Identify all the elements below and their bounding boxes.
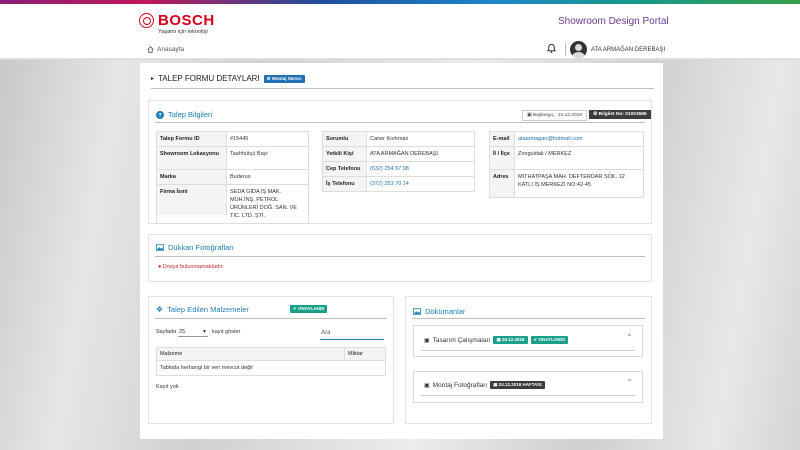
document-title[interactable]: ▣ Tasarım Çalışmaları ▣ 26.12.2018 ✔ ONA…: [424, 336, 568, 344]
notification-bell-icon[interactable]: [546, 42, 557, 54]
field-label: İş Telefonu: [323, 177, 367, 191]
table-row: Sorumlu Caner Korkmaz: [323, 132, 475, 147]
status-badge: ⚙ Montaj Süreci: [263, 74, 305, 83]
field-label: Adres: [490, 170, 515, 197]
field-value: Buderus: [227, 170, 309, 184]
image-icon: ▣: [424, 382, 430, 389]
calendar-icon: ▣: [527, 113, 532, 118]
alert-icon: ●: [158, 264, 162, 270]
field-label: İl / İlçe: [490, 147, 515, 169]
table-row: İş Telefonu (372) 253 70 14: [323, 177, 475, 192]
portal-title: Showroom Design Portal: [558, 16, 669, 27]
start-date-chip: ▣ Başlangıç : 24.12.2018: [522, 110, 587, 121]
table-row: Cep Telefonu (532) 254 97 08: [323, 162, 475, 177]
email-link[interactable]: ataarmagan@hotmail.com: [515, 132, 644, 146]
bosch-logo-icon[interactable]: [139, 13, 154, 28]
table-row: İl / İlçe Zonguldak / MERKEZ: [490, 147, 644, 170]
talep-grid-1: Talep Formu ID #15445 Showroom Lokasyonu T…: [156, 131, 309, 224]
talep-divider: [155, 122, 645, 123]
approved-badge: ✔ ONAYLANDI: [530, 336, 568, 344]
image-icon: ▣: [424, 337, 430, 344]
chevron-up-icon[interactable]: ⌃: [626, 333, 633, 342]
photos-divider: [155, 256, 645, 257]
table-row: E-mail ataarmagan@hotmail.com: [490, 132, 644, 147]
photos-panel: [148, 234, 652, 282]
top-header: BOSCH Yaşamı için teknoloji Showroom Des…: [0, 4, 800, 59]
gear-icon: ⚙: [266, 75, 271, 81]
image-icon: [413, 308, 421, 315]
empty-message: ● Dosya bulunmamaktadır.: [158, 264, 224, 270]
page-divider: [151, 88, 654, 89]
field-label: Cep Telefonu: [323, 162, 367, 176]
talep-panel-title: ? Talep Bilgileri: [156, 110, 212, 119]
approved-badge: ✔ ONAYLANDI: [290, 305, 328, 313]
chevron-up-icon[interactable]: ⌃: [626, 378, 633, 387]
document-divider: [421, 350, 635, 351]
user-avatar[interactable]: [570, 41, 587, 58]
field-label: Talep Formu ID: [157, 132, 227, 146]
field-value: Zonguldak / MERKEZ: [515, 147, 644, 169]
cubes-icon: ❖: [156, 305, 164, 314]
page-header: ▸ TALEP FORMU DETAYLARI ⚙ Montaj Süreci: [151, 74, 305, 83]
header-divider: [565, 43, 566, 56]
table-header: Malzeme Miktar: [157, 348, 385, 361]
field-label: Marka: [157, 170, 227, 184]
question-circle-icon: ?: [156, 110, 164, 119]
column-header-material[interactable]: Malzeme: [157, 348, 345, 360]
brand-tagline: Yaşamı için teknoloji: [158, 29, 208, 35]
photos-panel-title: Dükkan Fotoğrafları: [156, 243, 234, 252]
date-badge: ▣ 26.12.2018: [493, 336, 528, 344]
table-row: Yetkili Kişi ATA ARMAĞAN DEREBAŞI: [323, 147, 475, 162]
caret-down-icon: ▼: [202, 329, 207, 335]
field-value: MITHATPAŞA MAH. DEFTERDAR SOK. 12 KATLI …: [515, 170, 644, 197]
breadcrumb[interactable]: Anasayfa: [147, 46, 184, 53]
field-value: ATA ARMAĞAN DEREBAŞI: [367, 147, 475, 161]
talep-grid-3: E-mail ataarmagan@hotmail.com İl / İlçe Zo…: [489, 131, 644, 198]
field-label: Showroom Lokasyonu: [157, 147, 227, 169]
materials-table: Malzeme Miktar Tabloda herhangi bir veri…: [156, 347, 386, 376]
field-value: Taahhütçü Bayi: [227, 147, 309, 169]
table-empty-row: Tabloda herhangi bir veri mevcut değil: [160, 365, 253, 371]
caret-right-icon: ▸: [151, 76, 155, 82]
breadcrumb-home[interactable]: Anasayfa: [157, 46, 184, 53]
document-divider: [421, 395, 635, 396]
request-number-chip: ⚙ Bilgilet No: 01003586: [589, 110, 651, 119]
document-title[interactable]: ▣ Montaj Fotoğrafları ▣ 24.12.2018 HAFTA…: [424, 381, 545, 389]
page-size-suffix: kayıt göster: [212, 329, 241, 335]
check-icon: ✔: [293, 306, 297, 311]
page-size-prefix: Sayfada: [156, 329, 177, 335]
documents-divider: [412, 318, 645, 319]
documents-panel-title: Dökümanlar: [413, 307, 465, 316]
field-label: Yetkili Kişi: [323, 147, 367, 161]
brand-name[interactable]: BOSCH: [158, 12, 215, 29]
image-icon: [156, 244, 164, 251]
date-badge: ▣ 24.12.2018 HAFTASI: [490, 381, 545, 389]
column-header-quantity[interactable]: Miktar: [345, 348, 385, 360]
field-value: Caner Korkmaz: [367, 132, 475, 146]
svg-text:?: ?: [158, 113, 162, 119]
page-size-select[interactable]: 25 ▼: [178, 328, 208, 337]
phone-link[interactable]: (372) 253 70 14: [367, 177, 475, 191]
table-row: Showroom Lokasyonu Taahhütçü Bayi: [157, 147, 309, 170]
records-info: Kayıt yok: [156, 384, 179, 390]
table-row: Marka Buderus: [157, 170, 309, 185]
field-label: E-mail: [490, 132, 515, 146]
table-row: Talep Formu ID #15445: [157, 132, 309, 147]
search-input[interactable]: Ara: [320, 328, 384, 340]
materials-divider: [155, 318, 387, 319]
table-row: Firma İsmi SEDA GIDA İŞ MAK. MÜH.İNŞ. PET…: [157, 185, 309, 224]
phone-link[interactable]: (532) 254 97 08: [367, 162, 475, 176]
field-value: #15445: [227, 132, 309, 146]
field-label: Sorumlu: [323, 132, 367, 146]
page-title: TALEP FORMU DETAYLARI: [158, 74, 260, 83]
home-icon: [147, 46, 154, 53]
user-name[interactable]: ATA ARMAĞAN DEREBAŞI: [591, 47, 665, 53]
gear-icon: ⚙: [593, 112, 598, 117]
table-row: Adres MITHATPAŞA MAH. DEFTERDAR SOK. 12 K…: [490, 170, 644, 198]
field-label: Firma İsmi: [157, 185, 227, 215]
field-value: SEDA GIDA İŞ MAK. MÜH.İNŞ. PETROL ÜRÜNLE…: [227, 185, 309, 223]
materials-panel-title: ❖ Talep Edilen Malzemeler: [156, 305, 249, 314]
talep-grid-2: Sorumlu Caner Korkmaz Yetkili Kişi ATA ARM…: [322, 131, 475, 192]
